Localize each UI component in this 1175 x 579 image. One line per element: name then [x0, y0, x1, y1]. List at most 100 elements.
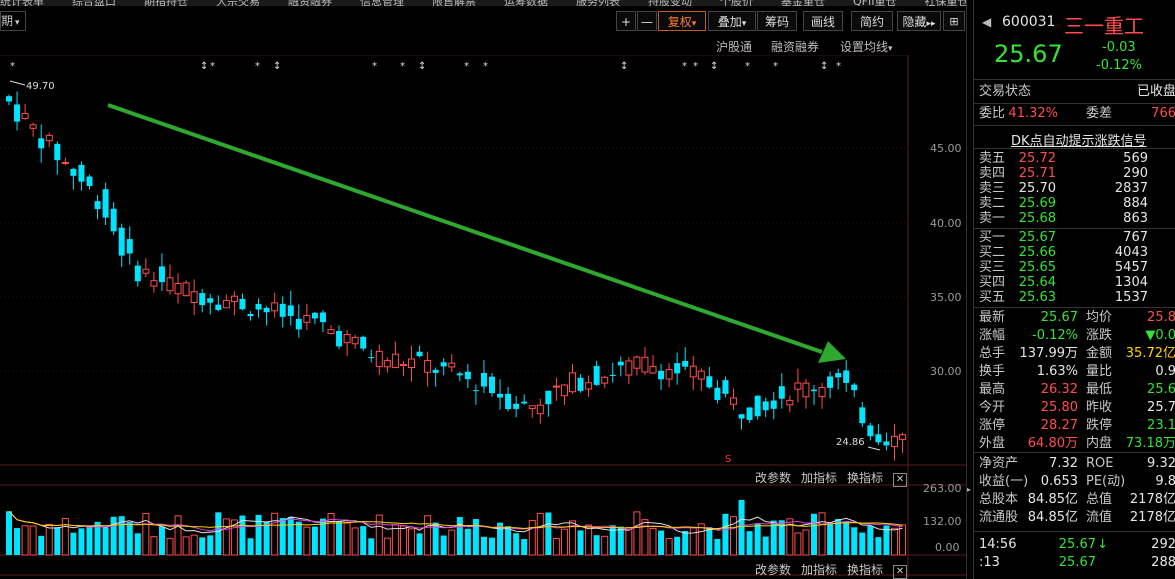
volume-bar	[489, 537, 495, 555]
huaxian-button[interactable]: 画线	[803, 11, 843, 31]
candle-body	[343, 334, 351, 344]
rzrq-link[interactable]: 融资融券	[771, 38, 819, 55]
top-menu-item[interactable]: 综合盘口	[72, 0, 116, 6]
volume-bar	[110, 516, 117, 555]
candle-body	[383, 360, 391, 368]
top-menu-item[interactable]: 融资融券	[288, 0, 332, 6]
top-menu-item[interactable]: 信息管理	[360, 0, 404, 6]
top-menu-item[interactable]: 运筹数据	[504, 0, 548, 6]
top-menu-item[interactable]: 大宗交易	[216, 0, 260, 6]
hide-button[interactable]: 隐藏▸▸	[897, 11, 941, 31]
candle-body	[665, 369, 673, 380]
volume-bar	[827, 524, 834, 555]
stat-value: 1.63%	[1036, 364, 1078, 379]
switch-indicator-link[interactable]: 换指标	[847, 471, 883, 485]
candle-body	[102, 189, 109, 218]
candle-body	[851, 384, 858, 391]
volume-bar	[45, 523, 53, 556]
event-marker: *	[10, 61, 15, 72]
zoom-out-button[interactable]: —	[637, 11, 657, 31]
tick-price: 25.67	[1058, 537, 1096, 552]
diejia-button[interactable]: 叠加▾	[708, 11, 756, 31]
top-menu-item[interactable]: 社保重仓	[924, 0, 968, 6]
period-select[interactable]: 期 ▾	[0, 11, 26, 31]
candle-body	[142, 268, 150, 274]
dk-signal-link[interactable]: DK点自动提示涨跌信号	[1011, 130, 1147, 149]
switch-indicator-link[interactable]: 换指标	[847, 563, 883, 577]
volume-bar	[794, 532, 802, 556]
candle-body	[859, 407, 866, 424]
stat-value: 28.27	[1040, 418, 1078, 433]
change-params-link[interactable]: 改参数	[755, 471, 791, 485]
change-params-link[interactable]: 改参数	[755, 563, 791, 577]
volume-bar	[215, 512, 222, 555]
stat-value: 0.9	[1155, 364, 1175, 379]
add-indicator-link[interactable]: 加指标	[801, 563, 837, 577]
event-markers-group: * ↕ * * ↕ * * ↕ * * ↕ * * ↕ * * ↕ *	[10, 61, 841, 72]
chevron-down-icon: ▾	[741, 19, 747, 29]
volume-bar	[891, 527, 898, 556]
zoom-in-button[interactable]: +	[616, 11, 636, 31]
price-change: -0.03	[1102, 40, 1136, 55]
volume-bar	[368, 538, 375, 555]
candle-body	[70, 168, 77, 176]
volume-bar	[577, 530, 584, 555]
top-menu-item[interactable]: 服务列表	[576, 0, 620, 6]
jianyue-button[interactable]: 简约	[851, 11, 893, 31]
stat-row: 最高 26.32 最低 25.6	[974, 381, 1175, 399]
candle-body	[118, 227, 125, 256]
candle-body	[899, 434, 907, 440]
volume-bar	[303, 526, 311, 556]
top-menu-item[interactable]: 基金重仓	[781, 0, 825, 6]
top-menu-item[interactable]: 持股变动	[648, 0, 692, 6]
volume-bar	[456, 517, 463, 555]
candle-body	[319, 312, 326, 323]
ma-settings-button[interactable]: 设置均线▾	[840, 38, 893, 55]
volume-bar	[714, 538, 721, 555]
tick-time: 14:56	[979, 537, 1017, 552]
fund-label: ROE	[1086, 456, 1114, 471]
candle-body	[230, 295, 238, 303]
volume-bar	[480, 536, 487, 555]
volume-bar	[617, 526, 624, 555]
chouma-button[interactable]: 筹码	[757, 11, 797, 31]
top-menu-item[interactable]: QFII重仓	[853, 0, 896, 6]
top-menu-item[interactable]: 限售解禁	[432, 0, 476, 6]
chevron-down-icon: ▾	[888, 44, 893, 54]
orderbook-volume: 863	[1123, 211, 1148, 226]
collapse-arrow-icon[interactable]: ▸	[967, 485, 971, 494]
kline-chart[interactable]: * ↕ * * ↕ * * ↕ * * ↕ * * ↕ * * ↕ * 49.70 24.86 S 45.00 4…	[0, 55, 966, 579]
volume-bar	[29, 525, 37, 556]
hgt-link[interactable]: 沪股通	[716, 38, 752, 55]
prev-stock-icon[interactable]: ◀	[982, 15, 991, 29]
volume-bar	[150, 536, 158, 556]
candle-body	[279, 303, 286, 317]
tick-row: 14:56 25.67 ↓ 292	[974, 536, 1175, 554]
fund-label: 总股本	[979, 492, 1019, 507]
add-indicator-link[interactable]: 加指标	[801, 471, 837, 485]
close-icon[interactable]: ✕	[893, 473, 908, 487]
grid-icon[interactable]: ⊞	[943, 11, 965, 31]
top-menu-item[interactable]: 个股价	[720, 0, 753, 6]
volume-bar	[279, 518, 286, 555]
fuquan-button[interactable]: 复权▾	[658, 11, 706, 31]
candle-body	[351, 336, 359, 345]
top-menu-item[interactable]: 统计表单	[0, 0, 44, 6]
stat-value: 25.7	[1147, 400, 1175, 415]
candle-body	[867, 425, 874, 437]
candle-body	[770, 400, 777, 409]
volume-bar	[142, 513, 150, 556]
close-icon[interactable]: ✕	[893, 565, 908, 579]
top-menu-item[interactable]: 期指持仓	[144, 0, 188, 6]
candle-body	[287, 305, 294, 316]
candle-body	[94, 201, 101, 210]
candle-body	[794, 382, 802, 390]
event-marker: ↕	[273, 61, 281, 72]
volume-tick: 0.00	[935, 541, 960, 554]
volume-bar	[54, 527, 61, 555]
fundamental-row: 净资产 7.32 ROE 9.32	[974, 455, 1175, 473]
stat-label: 最新	[979, 310, 1006, 325]
orderbook-price: 25.68	[1018, 211, 1056, 226]
stat-row: 换手 1.63% 量比 0.9	[974, 363, 1175, 381]
candle-body	[714, 387, 721, 400]
